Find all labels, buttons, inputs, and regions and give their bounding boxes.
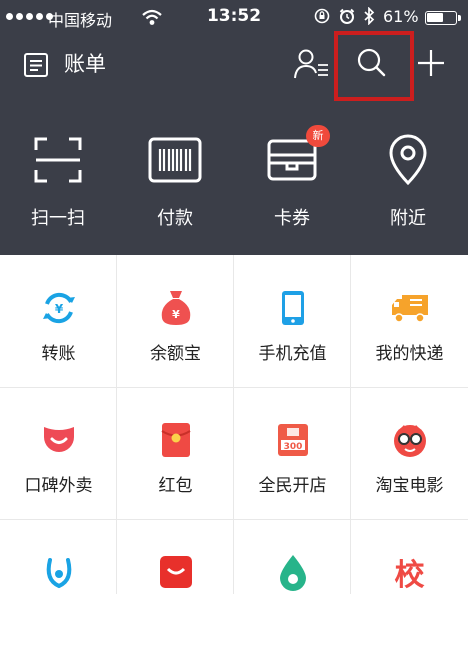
bluetooth-icon [364, 7, 375, 25]
grid-item-express[interactable]: 我的快递 [351, 255, 468, 387]
grid-item-mobile-topup[interactable]: 手机充值 [234, 255, 351, 387]
grid-item-tmall[interactable] [117, 519, 234, 651]
battery-icon [425, 11, 457, 25]
grid-item-taobao-movie[interactable]: 淘宝电影 [351, 387, 468, 519]
grid-item-transfer[interactable]: ¥ 转账 [0, 255, 117, 387]
bill-icon[interactable] [23, 52, 49, 78]
svg-text:300: 300 [283, 442, 302, 452]
grid-item-label: 口碑外卖 [24, 476, 93, 496]
status-bar: 中国移动 13:52 61% [0, 0, 468, 34]
grid-item-campus[interactable]: 校 [351, 519, 468, 651]
phone-icon [281, 291, 304, 325]
location-pin-icon [389, 134, 427, 186]
svg-text:¥: ¥ [54, 302, 63, 316]
quick-action-label: 付款 [157, 208, 193, 229]
grid-item-label: 全民开店 [258, 476, 327, 496]
red-envelope-icon [160, 423, 191, 457]
quick-action-label: 卡券 [274, 208, 310, 229]
quick-action-coupons[interactable]: 卡券 [237, 134, 347, 230]
quick-action-nearby[interactable]: 附近 [353, 134, 463, 230]
rotation-lock-icon [314, 8, 330, 24]
service-grid: ¥ 转账 ¥ 余额宝 手机充值 我的快递 口碑外卖 红包 300 全民开店 淘宝… [0, 255, 468, 594]
contacts-icon[interactable] [292, 47, 332, 81]
battery-percent: 61% [383, 7, 419, 26]
quick-action-scan[interactable]: 扫一扫 [3, 134, 113, 230]
search-highlight-box [334, 31, 414, 101]
money-bag-icon: ¥ [161, 291, 190, 325]
shop-icon: 300 [277, 424, 308, 456]
scan-icon [34, 137, 82, 183]
grid-item-label: 转账 [41, 344, 76, 364]
grid-item-red-envelope[interactable]: 红包 [117, 387, 234, 519]
header-panel: 中国移动 13:52 61% 账单 扫一扫 付款 卡券 新 附近 [0, 0, 468, 255]
grid-item-label: 手机充值 [258, 344, 327, 364]
movie-icon [393, 425, 426, 457]
grid-item-label: 余额宝 [150, 344, 201, 364]
quick-action-pay[interactable]: 付款 [120, 134, 230, 230]
grid-item-open-shop[interactable]: 300 全民开店 [234, 387, 351, 519]
svg-text:¥: ¥ [172, 308, 180, 321]
grid-item-koubei[interactable]: 口碑外卖 [0, 387, 117, 519]
campus-icon: 校 [394, 558, 425, 593]
grid-item-yuebao[interactable]: ¥ 余额宝 [117, 255, 234, 387]
truck-icon [391, 295, 428, 323]
grid-item-label: 淘宝电影 [375, 476, 444, 496]
quick-action-label: 附近 [390, 208, 426, 229]
grid-item-label: 我的快递 [375, 344, 444, 364]
add-icon[interactable] [416, 48, 446, 78]
grid-item-label: 红包 [158, 476, 193, 496]
drop-icon [279, 555, 306, 591]
bill-label[interactable]: 账单 [64, 48, 106, 78]
new-badge: 新 [306, 125, 330, 147]
tmall-icon [159, 556, 192, 588]
transfer-icon: ¥ [42, 292, 75, 324]
smile-icon [46, 558, 71, 589]
quick-action-label: 扫一扫 [31, 208, 85, 229]
alarm-icon [339, 8, 355, 24]
grid-item-drop[interactable] [234, 519, 351, 651]
koubei-icon [43, 427, 74, 452]
barcode-icon [148, 137, 202, 183]
grid-item-smile[interactable] [0, 519, 117, 651]
